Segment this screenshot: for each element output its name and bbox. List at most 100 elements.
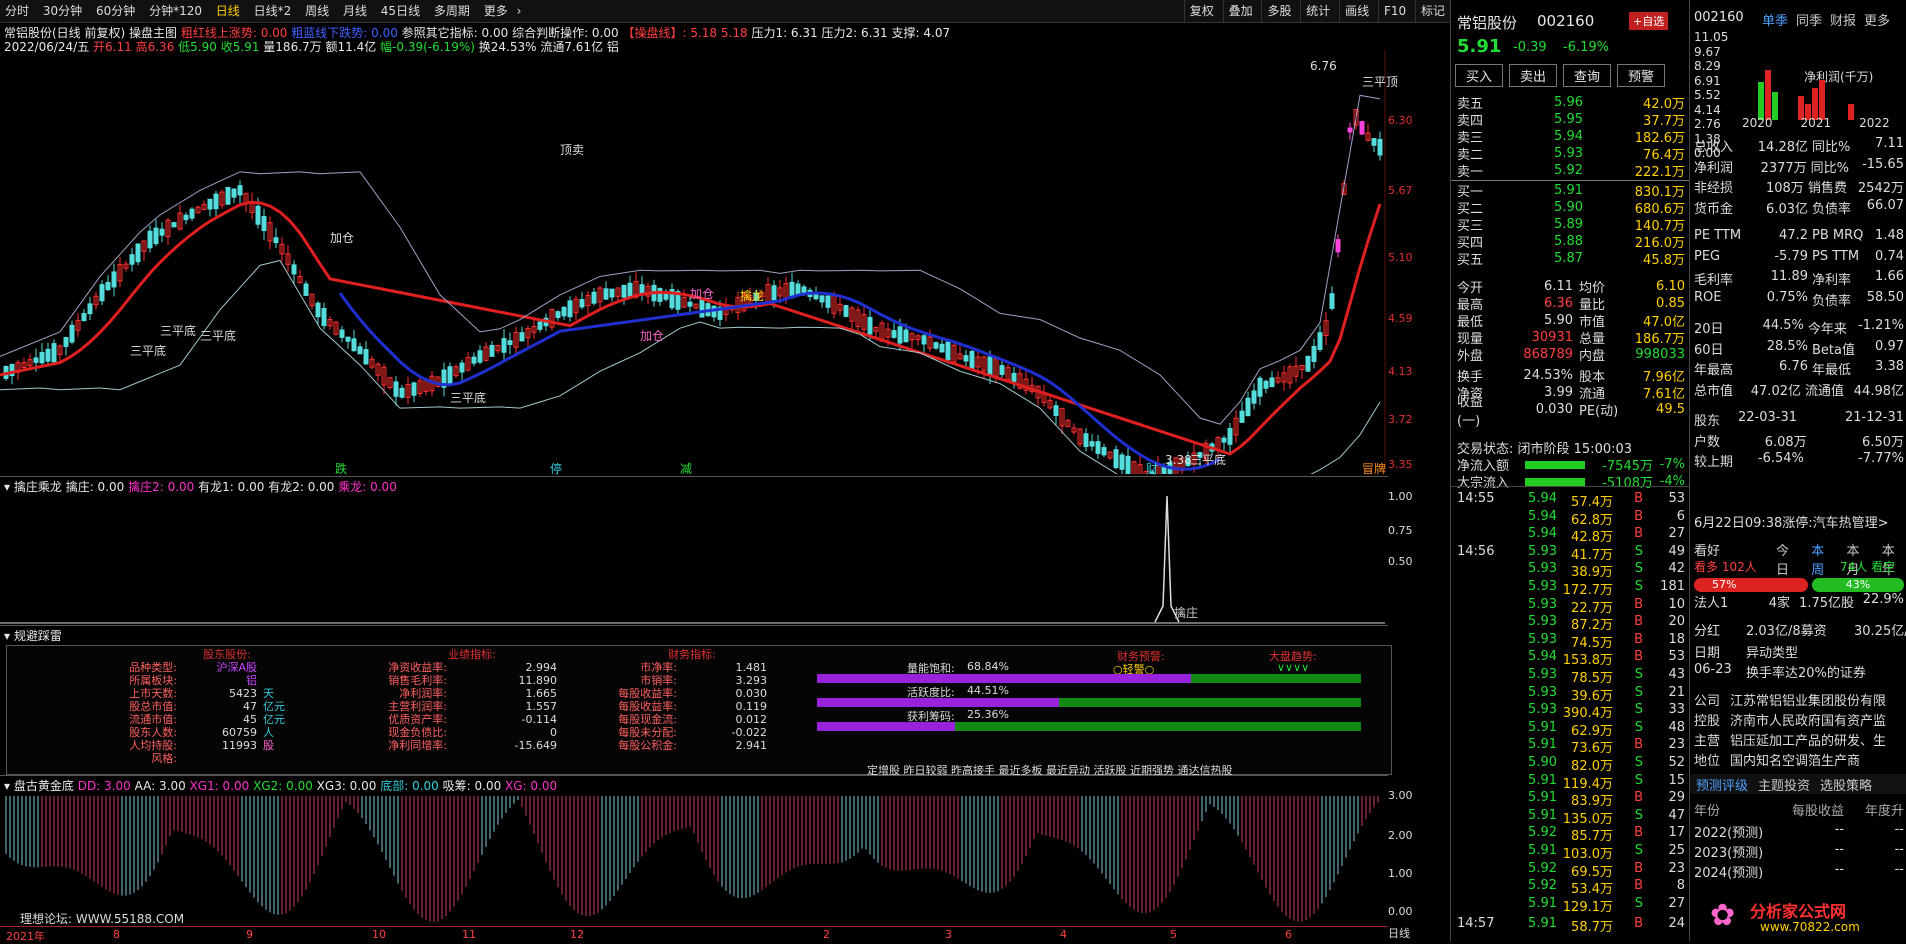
candle-body [207, 198, 213, 210]
candle-body [51, 343, 57, 363]
fund-row: 较上期 -6.54% -7.77% [1694, 451, 1905, 470]
period-toolbar: 分时 30分钟 60分钟 分钟*120 日线 日线*2 周线 月线 45日线 多… [0, 0, 1450, 23]
fund-row: PEG -5.79 PS TTM 0.74 [1694, 248, 1904, 264]
multi-stock-button[interactable]: 多股 [1261, 0, 1296, 22]
candle-body [213, 193, 219, 210]
holder-row: 风格: [151, 752, 177, 765]
tab-theme[interactable]: 主题投资 [1758, 775, 1810, 794]
tick-row: 5.92 53.4万 B 8 [1528, 878, 1685, 898]
orderbook-row[interactable]: 卖三 5.94 182.6万 [1457, 128, 1685, 146]
panel4-chart[interactable] [0, 794, 1388, 924]
panel4-collapse-icon[interactable]: ▾ [4, 779, 10, 793]
panel3-title[interactable]: 规避踩雷 [14, 629, 62, 643]
candle-body [399, 387, 405, 398]
query-button[interactable]: 查询 [1563, 64, 1612, 87]
price-tick: 3.72 [1388, 413, 1413, 426]
orderbook-row[interactable]: 买四 5.88 216.0万 [1457, 233, 1685, 251]
profit-bar [1765, 70, 1771, 120]
tab-60min[interactable]: 60分钟 [91, 0, 140, 22]
tab-weekly[interactable]: 周线 [300, 0, 334, 22]
tab-forecast[interactable]: 预测评级 [1696, 775, 1748, 794]
divider [0, 625, 1388, 626]
candle-body [579, 299, 585, 308]
tab-monthly[interactable]: 月线 [338, 0, 372, 22]
draw-button[interactable]: 画线 [1339, 0, 1374, 22]
candle-body [345, 336, 351, 342]
fundamentals-panel: 002160 单季 同季 财报 更多 11.05 9.67 8.29 6.91 5.52… [1689, 0, 1906, 941]
signal-label: 停 [550, 462, 563, 476]
candle-body [699, 298, 705, 318]
candle-body [69, 324, 75, 343]
bar-value: 68.84% [967, 660, 1009, 673]
candle-body [33, 357, 39, 363]
tick-row: 5.93 38.9万 S 42 [1528, 561, 1685, 581]
tab-strategy[interactable]: 选股策略 [1820, 775, 1872, 794]
news-headline[interactable]: 6月22日09:38涨停:汽车热管理> [1694, 512, 1889, 531]
orderbook-row[interactable]: 卖四 5.95 37.7万 [1457, 111, 1685, 129]
orderbook-row[interactable]: 卖一 5.92 222.1万 [1457, 162, 1685, 180]
price-change: -0.39 [1513, 40, 1547, 55]
panel2-title[interactable]: 擒庄乘龙 [14, 480, 62, 494]
tab-daily2[interactable]: 日线*2 [249, 0, 297, 22]
candle-body [1089, 441, 1095, 447]
tab-120min[interactable]: 分钟*120 [144, 0, 207, 22]
candlestick-chart[interactable]: 6.76三平顶顶卖三平底三平底 三平底三平底三平底3.38加仓加仓加仓 擒龙 [0, 50, 1450, 474]
tab-30min[interactable]: 30分钟 [38, 0, 87, 22]
finance-column: 财务指标: 市净率: 1.481 市销率: 3.293 每股收益率: 0.030 每股收益率… [607, 648, 777, 752]
tab-45day[interactable]: 45日线 [376, 0, 425, 22]
c3-row: 每股现金流: 0.012 [618, 713, 767, 726]
tick-row: 5.91 73.6万 B 23 [1528, 737, 1685, 757]
profit-axis-tick: 8.29 [1694, 59, 1721, 73]
quote-panel: 常铝股份 002160 +自选 5.91 -0.39 -6.19% 买入 卖出 … [1450, 0, 1689, 941]
candle-body [171, 222, 177, 228]
orderbook-row[interactable]: 买二 5.90 680.6万 [1457, 199, 1685, 217]
fund-row: 毛利率 11.89 净利率 1.66 [1694, 269, 1904, 288]
price-tick: 5.10 [1388, 251, 1413, 264]
orderbook-row[interactable]: 买三 5.89 140.7万 [1457, 216, 1685, 234]
panel3-collapse-icon[interactable]: ▾ [4, 629, 10, 643]
restore-rights-button[interactable]: 复权 [1183, 0, 1219, 22]
buy-button[interactable]: 买入 [1455, 64, 1504, 87]
stats-button[interactable]: 统计 [1300, 0, 1335, 22]
quote-stat-row: 现量 30931 总量 186.7万 [1457, 330, 1685, 347]
signal-label: 冒牌 [1362, 462, 1387, 476]
tab-report[interactable]: 财报 [1830, 10, 1856, 29]
holder-row: 流通市值: 45 亿元 [129, 713, 285, 726]
inst-row: 法人1 4家 1.75亿股 22.9% [1694, 592, 1904, 611]
signal-label: 跌 [335, 462, 348, 476]
c3-row: 每股收益率: 0.030 [618, 687, 767, 700]
profit-axis-tick: 4.14 [1694, 102, 1721, 117]
tab-multi[interactable]: 多周期 [429, 0, 475, 22]
orderbook-row[interactable]: 买五 5.87 45.8万 [1457, 250, 1685, 268]
candle-body [447, 366, 453, 384]
panel2-collapse-icon[interactable]: ▾ [4, 480, 10, 494]
sell-button[interactable]: 卖出 [1509, 64, 1558, 87]
overlay-button[interactable]: 叠加 [1222, 0, 1258, 22]
bottom-tab[interactable]: 日线 [1388, 925, 1450, 941]
tab-more[interactable]: 更多 [479, 0, 513, 22]
chevron-right-icon[interactable]: › [517, 4, 522, 18]
panel4-title[interactable]: 盘古黄金底 [14, 779, 74, 793]
tab-daily[interactable]: 日线 [211, 0, 245, 22]
tab-fenshi[interactable]: 分时 [0, 0, 34, 22]
forecast-header: 年份 每股收益 年度升 [1694, 804, 1904, 819]
tick-row: 5.93 390.4万 S 33 [1528, 702, 1685, 722]
profit-bar [1758, 82, 1764, 120]
quote-stat-row: 今开 6.11 均价 6.10 [1457, 279, 1685, 296]
tab-same-quarter[interactable]: 同季 [1796, 10, 1822, 29]
price-tick: 4.13 [1388, 365, 1413, 378]
panel4-header: ▾ 盘古黄金底 DD: 3.00 AA: 3.00 XG1: 0.00 XG2:… [4, 779, 558, 793]
fund-row: 非经损 108万 销售费 2542万 [1694, 181, 1904, 196]
orderbook-row[interactable]: 买一 5.91 830.1万 [1457, 182, 1685, 200]
candle-body [1125, 455, 1131, 474]
alert-button[interactable]: 预警 [1617, 64, 1666, 87]
bar-value: 44.51% [967, 684, 1009, 697]
tab-fund-more[interactable]: 更多 [1864, 10, 1890, 29]
add-watchlist-button[interactable]: +自选 [1629, 12, 1669, 30]
fund-row: 年最高 6.76 年最低 3.38 [1694, 359, 1904, 378]
orderbook-row[interactable]: 卖五 5.96 42.0万 [1457, 94, 1685, 112]
orderbook-row[interactable]: 卖二 5.93 76.4万 [1457, 145, 1685, 163]
tab-quarter[interactable]: 单季 [1762, 10, 1788, 29]
candle-body [459, 362, 465, 373]
quote-stat-row: 外盘 868789 内盘 998033 [1457, 347, 1685, 364]
